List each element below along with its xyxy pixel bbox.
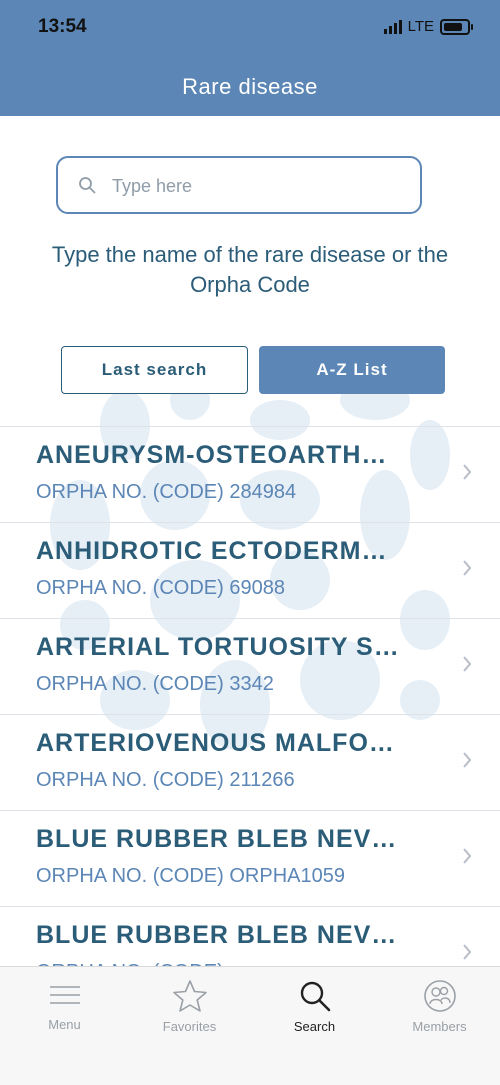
list-item[interactable]: ANHIDROTIC ECTODERM… ORPHA NO. (CODE) 69… xyxy=(0,522,500,618)
tab-menu[interactable]: Menu xyxy=(2,979,127,1032)
disease-list: ANEURYSM-OSTEOARTH… ORPHA NO. (CODE) 284… xyxy=(0,426,500,1002)
search-field[interactable] xyxy=(56,156,422,214)
search-hint: Type the name of the rare disease or the… xyxy=(51,242,449,297)
search-icon xyxy=(300,981,330,1012)
tab-search[interactable]: Search xyxy=(252,979,377,1034)
chevron-right-icon xyxy=(463,560,472,576)
status-time: 13:54 xyxy=(38,16,87,37)
chevron-right-icon xyxy=(463,752,472,768)
status-indicators: LTE xyxy=(383,18,473,35)
orpha-code: ORPHA NO. (CODE) 211266 xyxy=(36,769,295,791)
orpha-code: ORPHA NO. (CODE) 284984 xyxy=(36,481,297,503)
battery-icon xyxy=(440,18,473,35)
list-item[interactable]: ARTERIAL TORTUOSITY S… ORPHA NO. (CODE) … xyxy=(0,618,500,714)
search-input[interactable] xyxy=(110,170,404,202)
last-search-button[interactable]: Last search xyxy=(61,346,248,394)
orpha-code: ORPHA NO. (CODE) 3342 xyxy=(36,673,274,695)
orpha-code: ORPHA NO. (CODE) ORPHA1059 xyxy=(36,865,345,887)
tab-members[interactable]: Members xyxy=(377,979,500,1034)
tab-label: Search xyxy=(293,1019,336,1034)
chevron-right-icon xyxy=(463,848,472,864)
disease-name: ANEURYSM-OSTEOARTH… xyxy=(36,441,388,469)
tab-label: Favorites xyxy=(162,1019,217,1034)
az-list-button[interactable]: A-Z List xyxy=(259,346,445,394)
status-bar: 13:54 LTE xyxy=(0,0,500,58)
tab-label: Menu xyxy=(48,1017,81,1032)
disease-name: ARTERIAL TORTUOSITY S… xyxy=(36,633,400,661)
disease-name: BLUE RUBBER BLEB NEV… xyxy=(36,825,398,853)
search-icon xyxy=(79,177,96,194)
orpha-code: ORPHA NO. (CODE) 69088 xyxy=(36,577,285,599)
tab-bar: Menu Favorites Search Members xyxy=(0,966,500,1085)
tab-label: Members xyxy=(412,1019,467,1034)
chevron-right-icon xyxy=(463,656,472,672)
header-bar: Rare disease xyxy=(0,58,500,116)
list-item[interactable]: ANEURYSM-OSTEOARTH… ORPHA NO. (CODE) 284… xyxy=(0,426,500,522)
menu-icon xyxy=(49,986,80,1004)
members-icon xyxy=(423,980,456,1012)
star-icon xyxy=(172,980,207,1012)
disease-name: ANHIDROTIC ECTODERM… xyxy=(36,537,388,565)
tab-favorites[interactable]: Favorites xyxy=(127,979,252,1034)
signal-icon xyxy=(383,19,402,34)
list-item[interactable]: BLUE RUBBER BLEB NEV… ORPHA NO. (CODE) O… xyxy=(0,810,500,906)
disease-name: ARTERIOVENOUS MALFO… xyxy=(36,729,395,757)
page-title: Rare disease xyxy=(182,74,318,99)
list-item[interactable]: ARTERIOVENOUS MALFO… ORPHA NO. (CODE) 21… xyxy=(0,714,500,810)
chevron-right-icon xyxy=(463,464,472,480)
chevron-right-icon xyxy=(463,944,472,960)
network-label: LTE xyxy=(407,18,434,35)
disease-name: BLUE RUBBER BLEB NEV… xyxy=(36,921,398,949)
